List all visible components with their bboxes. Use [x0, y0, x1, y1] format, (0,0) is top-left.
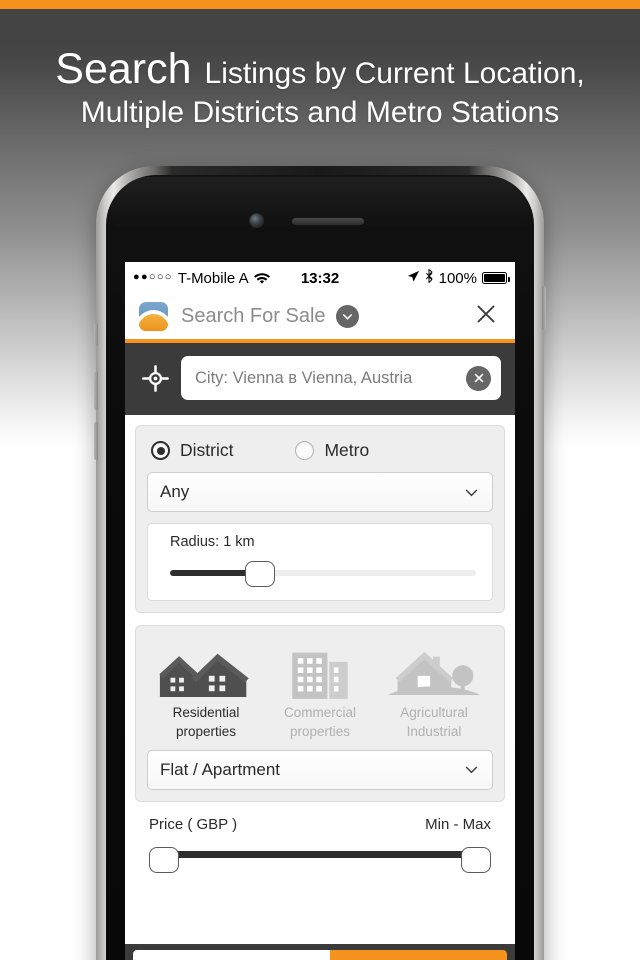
property-type-commercial-label1: Commercial [283, 705, 356, 720]
city-search-input[interactable]: City: Vienna в Vienna, Austria [181, 356, 501, 400]
property-type-residential-label2: properties [175, 723, 237, 739]
top-accent-stripe [0, 0, 640, 9]
wifi-icon [253, 273, 270, 285]
search-form-body: District Metro Any Radius: 1 km Resident… [125, 415, 515, 873]
area-selection-card: District Metro Any Radius: 1 km [135, 425, 505, 613]
price-range-slider[interactable] [149, 841, 491, 873]
clear-circle-icon[interactable] [466, 365, 491, 391]
volume-down-button[interactable] [94, 422, 98, 460]
radio-option-metro[interactable]: Metro [295, 440, 369, 461]
price-slider-track [163, 850, 477, 858]
property-type-residential[interactable]: Residential properties [149, 643, 263, 742]
location-arrow-icon [407, 270, 420, 287]
radio-option-district[interactable]: District [151, 440, 233, 461]
carrier-name: T-Mobile A [177, 269, 249, 287]
radio-district-label: District [180, 440, 234, 460]
headline: Search Listings by Current Location, Mult… [0, 48, 640, 128]
radius-slider-thumb[interactable] [245, 561, 275, 587]
power-button[interactable] [542, 286, 546, 330]
front-camera-icon [250, 214, 263, 227]
location-search-bar: City: Vienna в Vienna, Austria [125, 343, 515, 415]
battery-full-icon [482, 272, 510, 284]
search-button[interactable]: Search (3 488) [330, 950, 507, 960]
district-select[interactable]: Any [147, 472, 493, 512]
volume-up-button[interactable] [94, 372, 98, 410]
property-subtype-value: Flat / Apartment [160, 759, 280, 779]
app-logo-icon [139, 302, 168, 331]
earpiece-speaker [292, 218, 364, 225]
headline-word-search: Search [55, 45, 192, 93]
chevron-down-circle-icon[interactable] [335, 305, 359, 328]
city-input-value: City: Vienna в Vienna, Austria [195, 368, 413, 387]
headline-line2: Multiple Districts and Metro Stations [80, 96, 560, 129]
app-bar-title: Search For Sale [181, 305, 326, 327]
price-range-value: Min - Max [425, 815, 491, 833]
bluetooth-icon [425, 269, 434, 287]
price-label: Price ( GBP ) [149, 815, 238, 833]
price-header: Price ( GBP ) Min - Max [149, 816, 491, 833]
radius-slider-box: Radius: 1 km [147, 523, 493, 601]
battery-percent-label: 100% [438, 269, 477, 287]
office-buildings-icon [263, 643, 377, 699]
silent-switch[interactable] [94, 324, 98, 346]
signal-strength-icon: ●●○○○ [133, 271, 173, 283]
district-select-value: Any [160, 482, 190, 501]
property-type-agricultural[interactable]: Agricultural Industrial [377, 643, 491, 742]
gps-crosshair-icon[interactable] [139, 362, 171, 394]
houses-icon [149, 643, 263, 699]
property-type-commercial[interactable]: Commercial properties [263, 643, 377, 742]
clear-button[interactable]: Clear [133, 950, 331, 960]
app-header-bar: Search For Sale [125, 294, 515, 343]
property-type-card: Residential properties Commercial proper… [135, 625, 505, 802]
property-type-commercial-label2: properties [289, 723, 351, 739]
price-slider-max-thumb[interactable] [461, 846, 491, 873]
property-type-agricultural-label2: Industrial [406, 723, 462, 739]
radio-metro-label: Metro [324, 440, 370, 460]
close-icon[interactable] [471, 302, 501, 331]
status-bar: ●●○○○ T-Mobile A 13:32 100% [125, 262, 515, 294]
radius-slider-fill [170, 570, 253, 576]
farm-house-tree-icon [377, 643, 491, 699]
radius-label: Radius: 1 km [170, 534, 255, 550]
property-subtype-select[interactable]: Flat / Apartment [147, 749, 493, 790]
action-bar: Clear Search (3 488) [125, 944, 515, 960]
property-type-agricultural-label1: Agricultural [400, 705, 468, 720]
chevron-down-icon [463, 484, 480, 501]
radio-metro-icon[interactable] [295, 441, 315, 460]
property-type-residential-label1: Residential [172, 705, 240, 720]
radio-district-icon[interactable] [151, 441, 170, 460]
property-type-row: Residential properties Commercial proper… [147, 637, 493, 746]
radius-slider[interactable] [160, 561, 480, 587]
phone-mockup: ●●○○○ T-Mobile A 13:32 100% Search For S… [94, 166, 546, 960]
area-mode-radio-group: District Metro [147, 437, 493, 472]
phone-screen: ●●○○○ T-Mobile A 13:32 100% Search For S… [125, 262, 515, 960]
price-slider-min-thumb[interactable] [149, 846, 179, 873]
chevron-down-icon [463, 761, 480, 778]
headline-line1-rest: Listings by Current Location, [204, 57, 585, 90]
price-filter: Price ( GBP ) Min - Max [135, 802, 505, 873]
status-bar-left: ●●○○○ T-Mobile A [133, 270, 270, 287]
status-bar-right: 100% [407, 269, 510, 287]
